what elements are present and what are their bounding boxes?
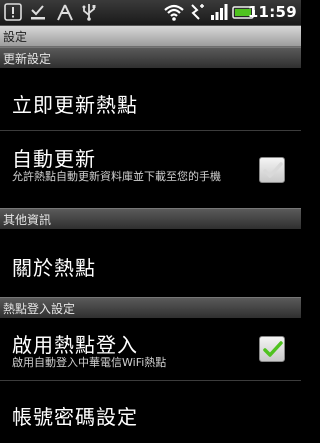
- title-bar: 設定: [0, 26, 301, 47]
- auto-update-item[interactable]: 自動更新 允許熱點自動更新資料庫並下載至您的手機: [0, 131, 301, 208]
- category-header-other: 其他資訊: [0, 208, 301, 229]
- usb-icon: [81, 3, 97, 22]
- category-label: 其他資訊: [3, 213, 52, 227]
- item-title: 關於熱點: [12, 256, 96, 280]
- enable-login-checkbox[interactable]: [259, 336, 285, 362]
- category-label: 更新設定: [3, 52, 52, 66]
- clock: 11:59: [247, 3, 297, 21]
- cell-signal-icon: [210, 3, 228, 22]
- download-complete-icon: [29, 3, 47, 22]
- check-icon: [263, 162, 283, 178]
- category-label: 熱點登入設定: [3, 302, 76, 316]
- status-bar: 11:59: [0, 0, 301, 26]
- item-title: 立即更新熱點: [12, 93, 138, 117]
- vibrate-icon: [189, 3, 207, 22]
- item-summary: 允許熱點自動更新資料庫並下載至您的手機: [12, 170, 221, 183]
- wifi-hotspot-icon: [56, 3, 74, 22]
- item-title: 帳號密碼設定: [12, 405, 138, 429]
- item-title: 自動更新: [12, 147, 96, 171]
- item-title: 啟用熱點登入: [12, 333, 138, 357]
- page-title: 設定: [3, 30, 28, 44]
- warning-icon: [4, 3, 22, 22]
- enable-login-item[interactable]: 啟用熱點登入 啟用自動登入中華電信WiFi熱點: [0, 318, 301, 380]
- check-icon: [263, 341, 283, 357]
- category-header-update: 更新設定: [0, 47, 301, 68]
- about-item[interactable]: 關於熱點: [0, 229, 301, 297]
- wifi-signal-icon: [164, 3, 184, 22]
- update-now-item[interactable]: 立即更新熱點: [0, 68, 301, 130]
- category-header-login: 熱點登入設定: [0, 297, 301, 318]
- account-settings-item[interactable]: 帳號密碼設定: [0, 381, 301, 443]
- auto-update-checkbox[interactable]: [259, 157, 285, 183]
- item-summary: 啟用自動登入中華電信WiFi熱點: [12, 356, 167, 369]
